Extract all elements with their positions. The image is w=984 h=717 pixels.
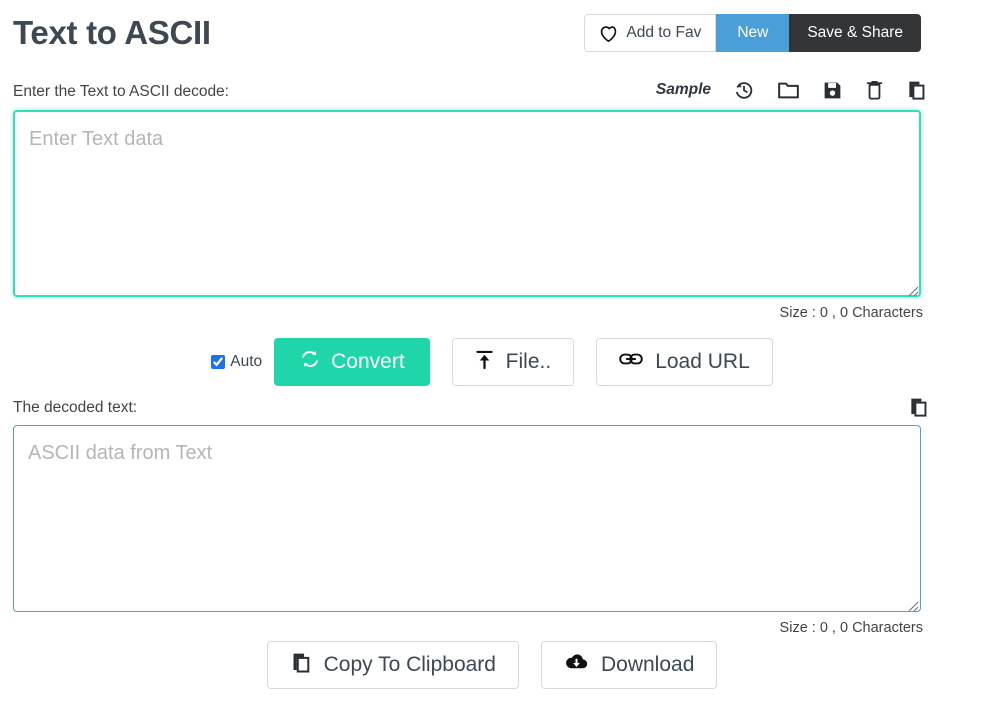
load-url-label: Load URL <box>655 350 750 373</box>
input-textarea[interactable] <box>13 110 921 297</box>
add-to-fav-label: Add to Fav <box>626 24 702 41</box>
sample-link[interactable]: Sample <box>656 81 711 99</box>
page-header: Text to ASCII Add to Fav New Save & Shar… <box>0 0 984 70</box>
convert-button[interactable]: Convert <box>274 338 430 386</box>
file-button[interactable]: File.. <box>451 338 575 386</box>
auto-checkbox[interactable] <box>211 355 226 369</box>
save-and-share-label: Save & Share <box>807 24 903 41</box>
trash-icon[interactable] <box>865 79 884 101</box>
input-size-info: Size : 0 , 0 Characters <box>779 305 923 321</box>
cloud-download-icon <box>564 652 589 678</box>
output-label: The decoded text: <box>13 399 138 416</box>
file-label: File.. <box>505 350 552 373</box>
load-url-button[interactable]: Load URL <box>596 338 773 386</box>
input-label: Enter the Text to ASCII decode: <box>13 83 229 100</box>
download-label: Download <box>600 653 695 676</box>
copy-icon <box>290 651 312 680</box>
output-size-info: Size : 0 , 0 Characters <box>779 620 923 636</box>
copy-to-clipboard-label: Copy To Clipboard <box>323 653 496 676</box>
history-icon[interactable] <box>733 79 755 101</box>
copy-icon[interactable] <box>906 79 927 101</box>
app-root: Text to ASCII Add to Fav New Save & Shar… <box>0 0 984 717</box>
upload-icon <box>475 349 494 376</box>
convert-label: Convert <box>331 350 405 373</box>
input-toolbar: Sample <box>656 79 927 101</box>
link-icon <box>619 350 643 374</box>
page-title: Text to ASCII <box>13 14 211 51</box>
add-to-fav-button[interactable]: Add to Fav <box>584 14 717 52</box>
auto-label: Auto <box>230 353 263 370</box>
copy-to-clipboard-button[interactable]: Copy To Clipboard <box>266 641 519 689</box>
header-button-group: Add to Fav New Save & Share <box>584 14 921 52</box>
action-row: Auto Convert File.. Load URL <box>0 337 984 387</box>
auto-toggle[interactable]: Auto <box>211 353 262 371</box>
heart-icon <box>599 25 618 42</box>
download-button[interactable]: Download <box>540 641 718 689</box>
save-disk-icon[interactable] <box>822 80 843 101</box>
folder-open-icon[interactable] <box>777 80 800 101</box>
new-button[interactable]: New <box>716 14 790 52</box>
new-label: New <box>737 24 769 41</box>
output-textarea[interactable] <box>13 425 921 612</box>
copy-output-icon[interactable] <box>908 396 929 418</box>
bottom-action-row: Copy To Clipboard Download <box>0 640 984 690</box>
refresh-icon <box>299 348 321 376</box>
save-and-share-button[interactable]: Save & Share <box>789 14 921 52</box>
